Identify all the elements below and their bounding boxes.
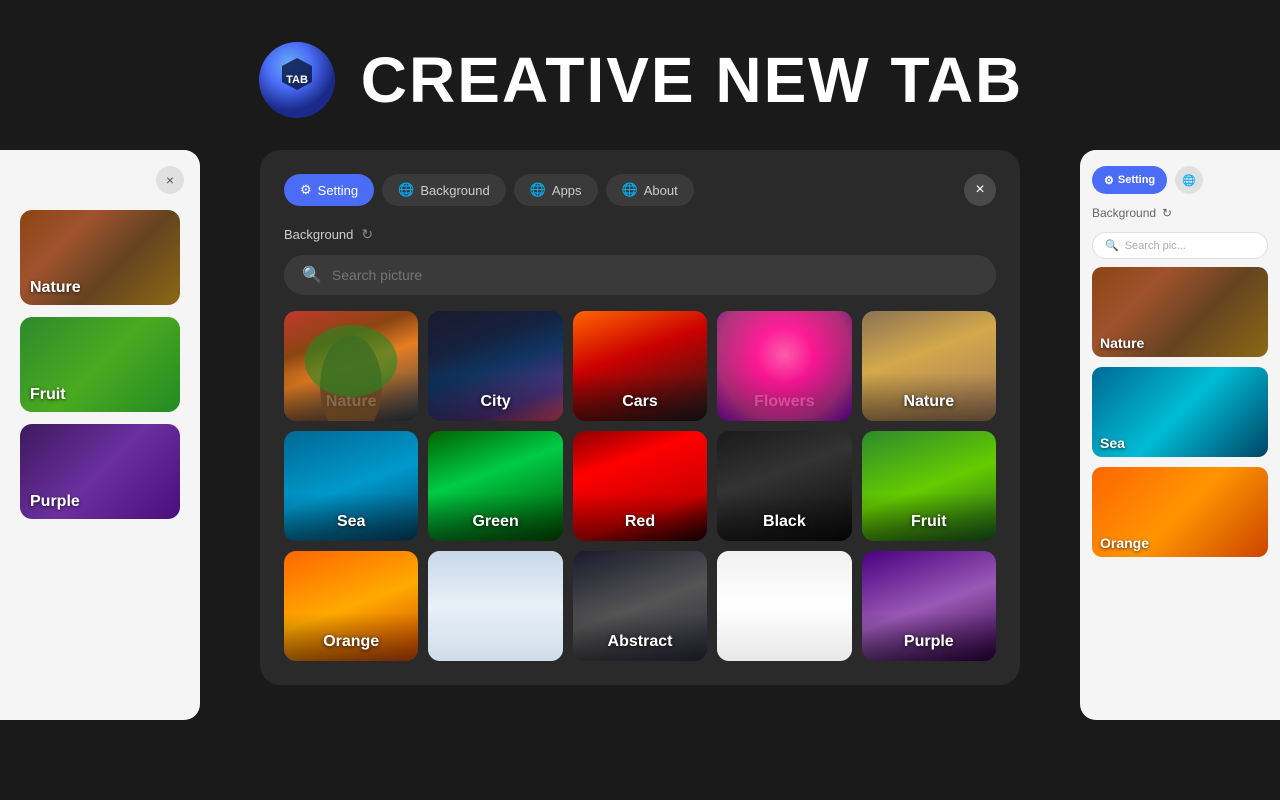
tab-about[interactable]: 🌐 About (606, 174, 694, 206)
main-area: × NatureFruitPurple ⚙Setting🌐Background🌐… (0, 150, 1280, 720)
logo: TAB (257, 40, 337, 120)
category-card-label: Sport (428, 613, 562, 661)
search-icon: 🔍 (302, 265, 322, 285)
category-card-label: Nature (862, 373, 996, 421)
category-card-label: Sea (284, 493, 418, 541)
left-card-fruit[interactable]: Fruit (20, 317, 180, 412)
svg-text:TAB: TAB (286, 74, 308, 86)
right-search-placeholder: Search pic... (1125, 240, 1186, 252)
category-card-abstract[interactable]: Abstract (573, 551, 707, 661)
right-card-nature[interactable]: Nature (1092, 267, 1268, 357)
category-card-nature1[interactable]: Nature (284, 311, 418, 421)
category-grid: NatureCityCarsFlowersNatureSeaGreenRedBl… (284, 311, 996, 661)
left-panel: × Nature Fruit Purple (0, 150, 200, 720)
category-card-white[interactable]: White (717, 551, 851, 661)
search-input[interactable] (332, 267, 978, 283)
right-card-sea[interactable]: Sea (1092, 367, 1268, 457)
apps-tab-label: Apps (552, 183, 582, 198)
right-card-label: Orange (1092, 529, 1157, 557)
page-title: CREATIVE NEW TAB (361, 43, 1024, 117)
category-card-flowers[interactable]: Flowers (717, 311, 851, 421)
category-card-label: Flowers (717, 373, 851, 421)
category-card-black[interactable]: Black (717, 431, 851, 541)
about-tab-icon: 🌐 (622, 182, 638, 198)
right-panel: ⚙ Setting 🌐 Background ↻ 🔍 Search pic...… (1080, 150, 1280, 720)
right-card-label: Nature (1092, 329, 1152, 357)
category-card-label: Cars (573, 373, 707, 421)
right-search-bar[interactable]: 🔍 Search pic... (1092, 232, 1268, 259)
tab-background[interactable]: 🌐 Background (382, 174, 506, 206)
section-label: Background ↻ (284, 226, 996, 243)
category-card-nature2[interactable]: Nature (862, 311, 996, 421)
category-card-cars[interactable]: Cars (573, 311, 707, 421)
category-card-label: Red (573, 493, 707, 541)
category-card-purple[interactable]: Purple (862, 551, 996, 661)
category-card-label: Orange (284, 613, 418, 661)
apps-tab-icon: 🌐 (530, 182, 546, 198)
section-title: Background (284, 227, 353, 242)
category-card-orange[interactable]: Orange (284, 551, 418, 661)
category-card-red[interactable]: Red (573, 431, 707, 541)
background-tab-label: Background (420, 183, 489, 198)
right-setting-tab[interactable]: ⚙ Setting (1092, 166, 1167, 194)
category-card-fruit[interactable]: Fruit (862, 431, 996, 541)
right-search-icon: 🔍 (1105, 239, 1119, 252)
right-bg-label: Background ↻ (1080, 202, 1280, 228)
left-panel-close-button[interactable]: × (156, 166, 184, 194)
search-bar[interactable]: 🔍 (284, 255, 996, 295)
left-card-nature[interactable]: Nature (20, 210, 180, 305)
category-card-green[interactable]: Green (428, 431, 562, 541)
category-card-label: Abstract (573, 613, 707, 661)
refresh-icon[interactable]: ↻ (361, 226, 373, 243)
right-refresh-icon[interactable]: ↻ (1162, 206, 1172, 220)
left-card-label: Fruit (20, 378, 76, 412)
left-card-label: Nature (20, 271, 91, 305)
category-card-label: White (717, 613, 851, 661)
tab-setting[interactable]: ⚙ Setting (284, 174, 374, 206)
left-card-label: Purple (20, 485, 90, 519)
category-card-label: Purple (862, 613, 996, 661)
right-panel-tabs: ⚙ Setting 🌐 (1080, 150, 1280, 202)
setting-tab-label: Setting (318, 183, 358, 198)
right-setting-label: Setting (1118, 174, 1155, 186)
left-panel-cards: Nature Fruit Purple (0, 210, 200, 519)
right-panel-cards: Nature Sea Orange (1080, 267, 1280, 557)
category-card-label: Fruit (862, 493, 996, 541)
left-card-purple[interactable]: Purple (20, 424, 180, 519)
about-tab-label: About (644, 183, 678, 198)
gear-icon: ⚙ (1104, 174, 1114, 187)
category-card-label: Black (717, 493, 851, 541)
category-card-label: Nature (284, 373, 418, 421)
right-bg-title: Background (1092, 206, 1156, 220)
modal-close-button[interactable]: × (964, 174, 996, 206)
category-card-sport[interactable]: Sport (428, 551, 562, 661)
right-card-orange[interactable]: Orange (1092, 467, 1268, 557)
category-card-label: Green (428, 493, 562, 541)
tab-bar: ⚙ Setting 🌐 Background 🌐 Apps 🌐 About × (284, 174, 996, 206)
right-card-label: Sea (1092, 429, 1133, 457)
setting-tab-icon: ⚙ (300, 182, 312, 198)
tab-apps[interactable]: 🌐 Apps (514, 174, 598, 206)
category-card-city[interactable]: City (428, 311, 562, 421)
category-card-label: City (428, 373, 562, 421)
background-tab-icon: 🌐 (398, 182, 414, 198)
right-next-tab[interactable]: 🌐 (1175, 166, 1203, 194)
header: TAB CREATIVE NEW TAB (0, 0, 1280, 150)
settings-modal: ⚙ Setting 🌐 Background 🌐 Apps 🌐 About × Backgrou… (260, 150, 1020, 685)
category-card-sea[interactable]: Sea (284, 431, 418, 541)
